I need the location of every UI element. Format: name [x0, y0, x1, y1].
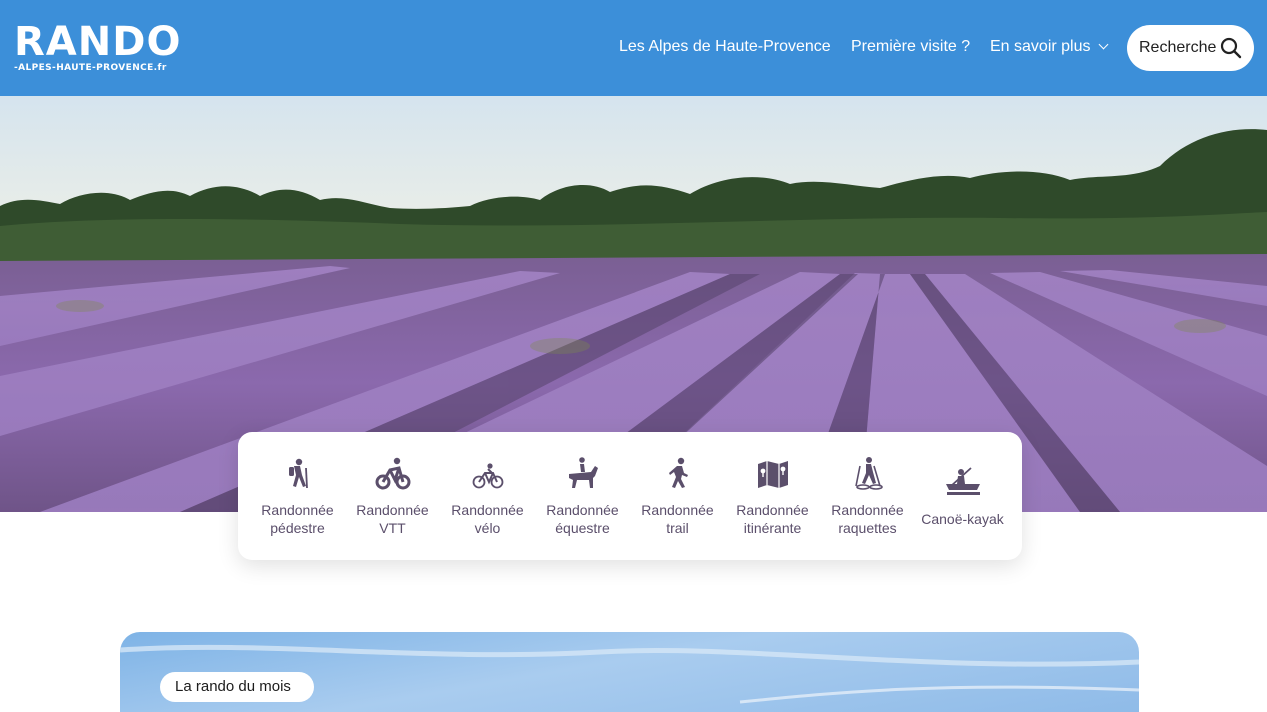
activity-label: Randonnée VTT — [356, 502, 429, 536]
activity-randonnee-equestre[interactable]: Randonnée équestre — [535, 432, 630, 560]
hiker-icon — [289, 458, 308, 489]
rando-du-mois-badge: La rando du mois — [160, 672, 314, 702]
search-label: Recherche — [1139, 39, 1217, 56]
activity-label: Randonnée itinérante — [736, 502, 809, 536]
activity-label: Canoë-kayak — [921, 511, 1004, 527]
snowshoe-icon — [855, 457, 883, 490]
horse-rider-icon — [569, 457, 598, 488]
activity-label: Randonnée raquettes — [831, 502, 904, 536]
activity-label: Randonnée équestre — [546, 502, 619, 536]
nav-en-savoir-plus-label: En savoir plus — [990, 38, 1091, 55]
activity-canoe-kayak[interactable]: Canoë-kayak — [915, 432, 1010, 560]
activity-randonnee-vtt[interactable]: Randonnée VTT — [345, 432, 440, 560]
activity-randonnee-velo[interactable]: Randonnée vélo — [440, 432, 535, 560]
activities-bar: Randonnée pédestre Randonnée VTT Randonn… — [238, 432, 1022, 560]
activity-randonnee-itinerante[interactable]: Randonnée itinérante — [725, 432, 820, 560]
site-logo[interactable]: RANDO -ALPES-HAUTE-PROVENCE.fr — [14, 22, 184, 74]
nav-premiere-visite[interactable]: Première visite ? — [851, 38, 970, 56]
activity-label: Randonnée trail — [641, 502, 714, 536]
kayak-icon — [946, 467, 980, 495]
activity-label: Randonnée pédestre — [261, 502, 334, 536]
activity-label: Randonnée vélo — [451, 502, 524, 536]
activity-randonnee-pedestre[interactable]: Randonnée pédestre — [250, 432, 345, 560]
chevron-down-icon — [1098, 39, 1108, 50]
search-icon — [1220, 37, 1242, 59]
activity-randonnee-trail[interactable]: Randonnée trail — [630, 432, 725, 560]
logo-tagline: -ALPES-HAUTE-PROVENCE.fr — [14, 63, 167, 73]
nav-en-savoir-plus[interactable]: En savoir plus — [990, 38, 1108, 56]
bicycle-icon — [472, 463, 504, 489]
trail-runner-icon — [669, 457, 688, 488]
activity-randonnee-raquettes[interactable]: Randonnée raquettes — [820, 432, 915, 560]
site-header: RANDO -ALPES-HAUTE-PROVENCE.fr Les Alpes… — [0, 0, 1267, 96]
logo-wordmark: RANDO — [14, 19, 182, 65]
map-icon — [758, 461, 788, 488]
search-button[interactable]: Recherche — [1127, 25, 1254, 71]
nav-alpes-haute-provence[interactable]: Les Alpes de Haute-Provence — [619, 38, 831, 56]
mountain-bike-icon — [375, 457, 411, 490]
